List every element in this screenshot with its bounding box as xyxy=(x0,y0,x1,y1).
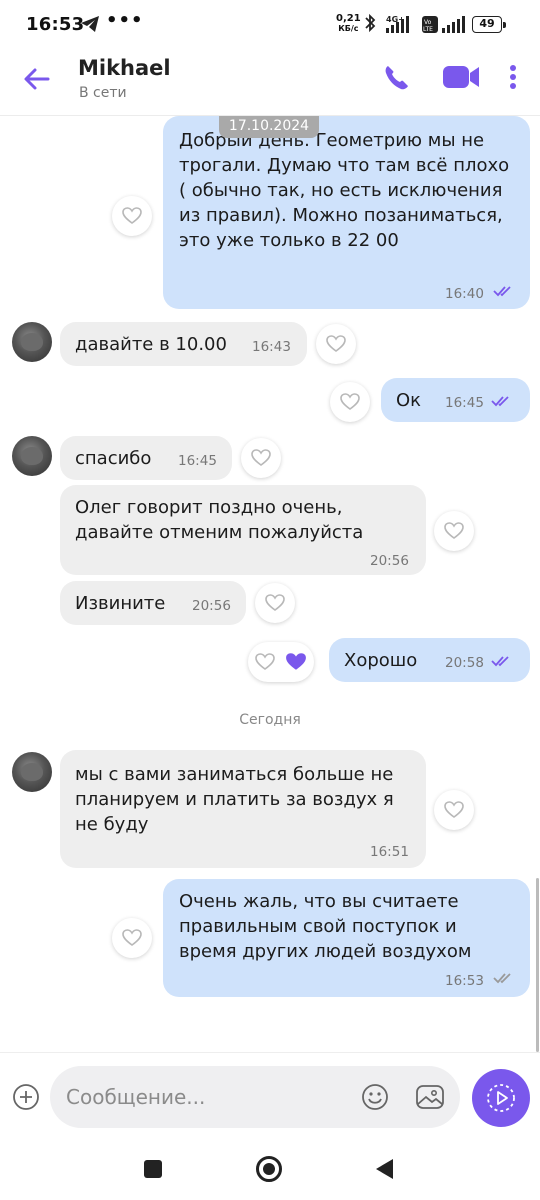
message-composer: Сообщение... xyxy=(0,1052,540,1142)
heart-icon[interactable] xyxy=(330,382,370,422)
home-button[interactable] xyxy=(256,1156,282,1182)
message-bubble-incoming[interactable]: давайте в 10.00 16:43 xyxy=(60,322,307,366)
network-speed: 0,21 КБ/с xyxy=(336,14,361,34)
message-time: 20:56 xyxy=(370,553,409,569)
voice-send-button[interactable] xyxy=(472,1069,530,1127)
heart-icon[interactable] xyxy=(434,511,474,551)
message-bubble-outgoing[interactable]: Хорошо 20:58 xyxy=(329,638,530,682)
message-time: 16:43 xyxy=(252,339,291,355)
message-text: Олег говорит поздно очень, давайте отмен… xyxy=(75,497,364,543)
message-placeholder: Сообщение... xyxy=(66,1085,206,1109)
more-icon[interactable] xyxy=(506,62,520,92)
back-arrow-icon[interactable] xyxy=(22,64,52,94)
double-check-icon xyxy=(493,286,511,297)
message-bubble-outgoing[interactable]: Ок 16:45 xyxy=(381,378,530,422)
message-bubble-incoming[interactable]: спасибо 16:45 xyxy=(60,436,232,480)
message-time: 20:58 xyxy=(445,655,484,671)
video-icon[interactable] xyxy=(442,62,480,92)
message-text: давайте в 10.00 xyxy=(75,334,227,355)
signal-icons: 4G+ Vo LTE xyxy=(365,13,465,33)
plus-icon[interactable] xyxy=(12,1083,40,1111)
message-list[interactable]: Добрый день. Геометрию мы не трогали. Ду… xyxy=(0,116,540,1052)
heart-icon[interactable] xyxy=(255,653,275,671)
avatar[interactable] xyxy=(12,436,52,476)
heart-icon[interactable] xyxy=(316,324,356,364)
double-check-icon xyxy=(491,396,509,407)
avatar[interactable] xyxy=(12,752,52,792)
message-time: 16:45 xyxy=(178,453,217,469)
gallery-icon[interactable] xyxy=(414,1082,446,1112)
speed-unit: КБ/с xyxy=(338,24,359,33)
date-chip: 17.10.2024 xyxy=(219,116,319,138)
message-bubble-incoming[interactable]: Извините 20:56 xyxy=(60,581,246,625)
contact-name[interactable]: Mikhael xyxy=(78,56,171,80)
message-time: 16:53 xyxy=(445,973,484,989)
message-bubble-outgoing[interactable]: Очень жаль, что вы считаете правильным с… xyxy=(163,879,530,997)
double-check-icon xyxy=(491,656,509,667)
liked-heart-icon xyxy=(286,653,306,670)
voice-send-icon xyxy=(487,1084,515,1112)
svg-text:Vo: Vo xyxy=(424,19,432,26)
message-bubble-outgoing[interactable]: Добрый день. Геометрию мы не трогали. Ду… xyxy=(163,116,530,309)
heart-icon[interactable] xyxy=(112,918,152,958)
message-text: Добрый день. Геометрию мы не трогали. Ду… xyxy=(179,130,510,251)
battery-indicator: 49 xyxy=(472,16,506,33)
double-check-icon xyxy=(493,973,511,984)
telegram-icon xyxy=(81,16,99,32)
message-text: Извините xyxy=(75,593,166,614)
status-time: 16:53 xyxy=(26,14,85,35)
system-nav-bar xyxy=(0,1142,540,1200)
contact-status: В сети xyxy=(79,85,127,101)
message-time: 20:56 xyxy=(192,598,231,614)
avatar[interactable] xyxy=(12,322,52,362)
message-text: Очень жаль, что вы считаете правильным с… xyxy=(179,891,472,962)
speed-value: 0,21 xyxy=(336,13,361,24)
svg-text:LTE: LTE xyxy=(423,26,433,33)
message-time: 16:45 xyxy=(445,395,484,411)
reaction-pill[interactable] xyxy=(248,642,314,682)
message-text: Ок xyxy=(396,390,422,411)
scrollbar[interactable] xyxy=(536,878,539,1052)
recents-button[interactable] xyxy=(144,1160,162,1178)
heart-icon[interactable] xyxy=(255,583,295,623)
message-bubble-incoming[interactable]: Олег говорит поздно очень, давайте отмен… xyxy=(60,485,426,575)
heart-icon[interactable] xyxy=(434,790,474,830)
status-bar: 16:53 ••• 0,21 КБ/с 4G+ Vo LTE 49 xyxy=(0,0,540,50)
message-text: мы с вами заниматься больше не планируем… xyxy=(75,764,394,835)
phone-icon[interactable] xyxy=(382,62,410,92)
emoji-icon[interactable] xyxy=(360,1082,390,1112)
heart-icon[interactable] xyxy=(241,438,281,478)
day-separator: Сегодня xyxy=(239,712,301,728)
message-time: 16:51 xyxy=(370,844,409,860)
more-notifications-icon: ••• xyxy=(106,10,144,31)
message-text: Хорошо xyxy=(344,650,418,671)
message-text: спасибо xyxy=(75,448,152,469)
message-bubble-incoming[interactable]: мы с вами заниматься больше не планируем… xyxy=(60,750,426,868)
message-time: 16:40 xyxy=(445,286,484,302)
message-input[interactable]: Сообщение... xyxy=(50,1066,460,1128)
chat-header: Mikhael В сети xyxy=(0,50,540,116)
heart-icon[interactable] xyxy=(112,196,152,236)
system-back-button[interactable] xyxy=(376,1159,393,1179)
